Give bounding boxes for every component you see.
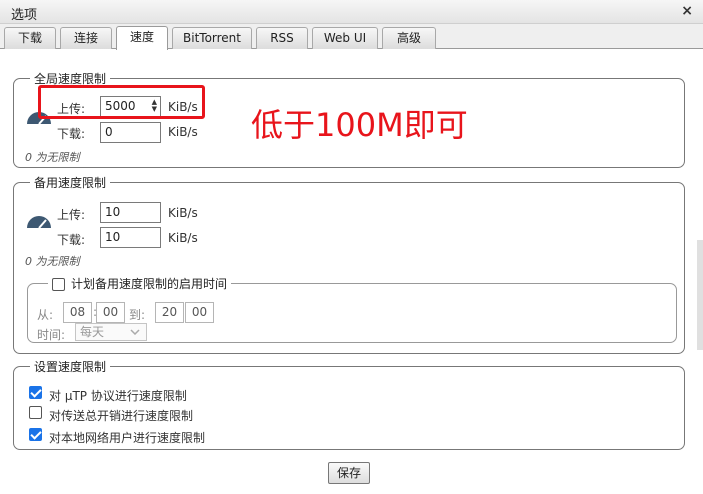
alt-download-input[interactable]: 10 [100, 227, 161, 248]
global-download-value: 0 [105, 125, 113, 139]
annotation-text: 低于100M即可 [251, 106, 468, 144]
to-hour-input[interactable]: 20 [155, 302, 184, 323]
to-minute-input[interactable]: 00 [185, 302, 214, 323]
lan-limit-checkbox[interactable] [29, 428, 42, 441]
options-dialog: 选项 × 下载 连接 速度 BitTorrent RSS Web UI 高级 全… [0, 0, 703, 494]
days-label: 时间: [37, 328, 66, 342]
tab-bar: 下载 连接 速度 BitTorrent RSS Web UI 高级 [0, 24, 703, 50]
tab-speed[interactable]: 速度 [116, 26, 168, 50]
days-select[interactable]: 每天 [75, 323, 147, 341]
chevron-down-icon [130, 329, 140, 335]
alt-upload-unit: KiB/s [168, 206, 198, 220]
speedometer-icon [27, 216, 51, 229]
tab-rss[interactable]: RSS [256, 27, 308, 49]
dialog-title: 选项 [11, 8, 38, 23]
alt-unlimited-note: 0 为无限制 [25, 255, 80, 268]
tab-webui[interactable]: Web UI [312, 27, 378, 49]
to-label: 到: [129, 308, 146, 322]
from-label: 从: [37, 308, 54, 322]
schedule-legend: 计划备用速度限制的启用时间 [48, 275, 231, 292]
global-download-unit: KiB/s [168, 125, 198, 139]
alt-upload-input[interactable]: 10 [100, 202, 161, 223]
alt-download-label: 下载: [57, 233, 86, 247]
global-unlimited-note: 0 为无限制 [25, 151, 80, 164]
overhead-limit-checkbox[interactable] [29, 406, 42, 419]
rate-settings-legend: 设置速度限制 [34, 360, 107, 374]
tab-advanced[interactable]: 高级 [382, 27, 436, 49]
from-hour-input[interactable]: 08 [63, 302, 92, 323]
schedule-legend-label: 计划备用速度限制的启用时间 [71, 277, 228, 291]
days-select-value: 每天 [80, 325, 105, 339]
window-edge-strip [697, 240, 703, 350]
tab-bittorrent[interactable]: BitTorrent [172, 27, 252, 49]
from-minute-input[interactable]: 00 [96, 302, 125, 323]
dialog-titlebar: 选项 × [0, 0, 703, 24]
schedule-checkbox[interactable] [52, 278, 65, 291]
alt-upload-label: 上传: [57, 208, 86, 222]
tab-downloads[interactable]: 下载 [4, 27, 56, 49]
alt-download-value: 10 [105, 230, 121, 244]
global-download-label: 下载: [57, 127, 86, 141]
alt-download-unit: KiB/s [168, 231, 198, 245]
utp-limit-checkbox[interactable] [29, 386, 42, 399]
alt-upload-value: 10 [105, 205, 121, 219]
lan-limit-label: 对本地网络用户进行速度限制 [49, 431, 206, 445]
overhead-limit-label: 对传送总开销进行速度限制 [49, 409, 194, 423]
save-button[interactable]: 保存 [328, 462, 370, 484]
alt-speed-limits-legend: 备用速度限制 [34, 176, 107, 190]
close-icon[interactable]: × [681, 3, 693, 19]
global-download-input[interactable]: 0 [100, 122, 161, 143]
red-highlight-box [38, 85, 205, 119]
tab-connection[interactable]: 连接 [60, 27, 112, 49]
utp-limit-label: 对 µTP 协议进行速度限制 [49, 389, 187, 403]
